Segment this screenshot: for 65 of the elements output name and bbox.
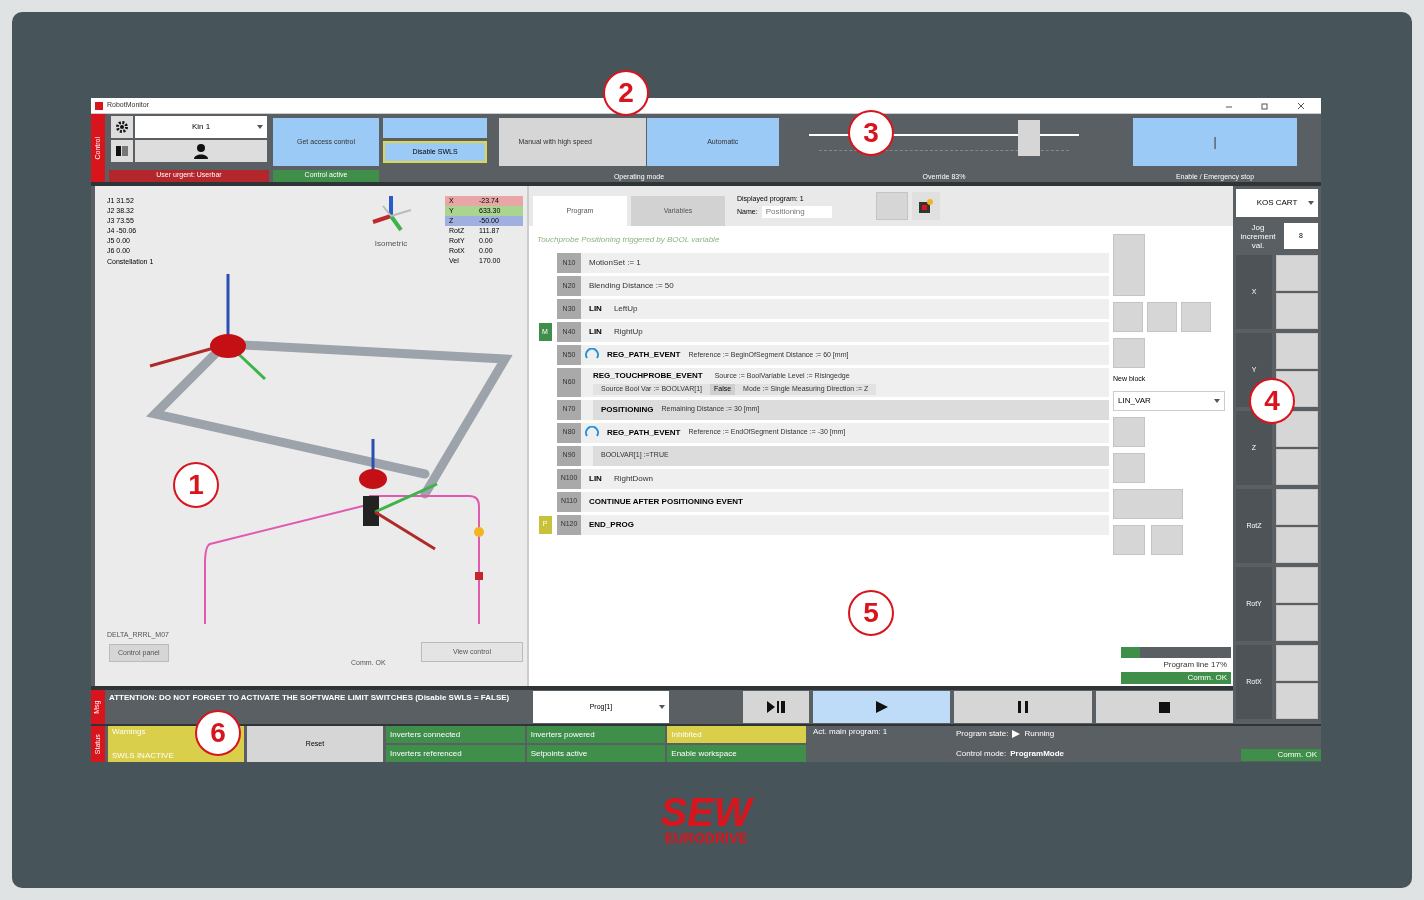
panel-icon xyxy=(116,146,128,156)
caret-icon xyxy=(257,125,263,129)
pause-icon xyxy=(1017,701,1029,713)
increment-label: Jog increment val. xyxy=(1239,222,1277,250)
settings-button[interactable] xyxy=(111,116,133,138)
tool-button[interactable] xyxy=(1276,411,1318,447)
progress-label: Program line 17% xyxy=(1162,659,1228,671)
line-text: RightUp xyxy=(613,326,643,338)
status-indicator: Inverters referenced xyxy=(386,745,525,762)
line-text: LeftUp xyxy=(613,303,638,315)
status-indicator: Enable workspace xyxy=(667,745,806,762)
control-mode-label: Control mode: xyxy=(956,748,1007,760)
program-state: Running xyxy=(1024,728,1055,740)
stop-icon xyxy=(1158,701,1170,713)
brand-logo: SEW EURODRIVE xyxy=(660,794,752,846)
program-heading: Touchprobe Positioning triggered by BOOL variable xyxy=(537,234,721,246)
comm-status: Comm. OK xyxy=(1121,672,1231,684)
name-field[interactable]: Positioning xyxy=(761,206,832,219)
run-button[interactable] xyxy=(1095,691,1233,723)
run-button[interactable] xyxy=(743,691,809,723)
panel-button[interactable] xyxy=(111,140,133,162)
warning-text: Warnings xyxy=(112,726,146,738)
line-keyword: LIN xyxy=(589,472,602,485)
view-label: Isometric xyxy=(374,238,408,250)
warning-text: SWLS INACTIVE xyxy=(112,750,174,762)
app-logo-icon xyxy=(95,101,103,110)
line-keyword: POSITIONING xyxy=(601,403,654,416)
line-keyword: LIN xyxy=(589,326,602,338)
status-indicator: Inverters connected xyxy=(386,726,525,743)
restore-icon[interactable] xyxy=(1261,101,1269,110)
user-button[interactable] xyxy=(135,140,267,162)
line-text: RightDown xyxy=(613,472,654,485)
new-block-dropdown[interactable]: LIN_VAR xyxy=(1113,390,1225,411)
status-indicator: Inverters powered xyxy=(526,726,666,743)
status-indicator: Inhibited xyxy=(667,726,806,743)
close-icon[interactable] xyxy=(1297,101,1305,110)
control-mode: ProgramMode xyxy=(1010,748,1065,760)
caret-icon xyxy=(659,705,665,709)
line-keyword: CONTINUE AFTER POSITIONING EVENT xyxy=(589,495,743,508)
line-text: MotionSet := 1 xyxy=(588,257,642,269)
caret-icon xyxy=(1214,398,1220,403)
step-icon xyxy=(767,701,785,713)
callout-number: 2 xyxy=(603,70,649,116)
line-keyword: END_PROG xyxy=(589,518,634,531)
line-keyword: REG_PATH_EVENT xyxy=(607,426,681,439)
program-state-label: Program state: xyxy=(956,728,1009,740)
tool-button[interactable] xyxy=(911,192,940,220)
settings-icon xyxy=(115,120,129,134)
slider-thumb[interactable] xyxy=(1017,120,1040,156)
main-program: Act. main program: 1 xyxy=(813,726,889,738)
line-keyword: REG_PATH_EVENT xyxy=(607,349,681,361)
attention-message: ATTENTION: DO NOT FORGET TO ACTIVATE THE SOFTWARE LIMIT SWITCHES (Disable SWLS = FALSE) xyxy=(109,692,511,704)
caret-icon xyxy=(1308,201,1314,205)
line-keyword: REG_TOUCHPROBE_EVENT xyxy=(593,370,703,382)
program-icon xyxy=(918,199,933,213)
user-icon xyxy=(193,143,209,159)
line-text: Blending Distance := 50 xyxy=(588,280,675,292)
line-keyword: LIN xyxy=(589,303,602,315)
play-icon xyxy=(875,701,888,713)
comm-status: Comm. OK xyxy=(1241,749,1321,761)
robot-dropdown[interactable]: Kin 1 xyxy=(135,116,267,138)
frame-dropdown[interactable]: KOS CART xyxy=(1236,189,1318,217)
status-indicator: Setpoints active xyxy=(526,745,666,762)
enable-button[interactable]: | xyxy=(1133,118,1297,166)
play-icon xyxy=(1012,730,1021,738)
